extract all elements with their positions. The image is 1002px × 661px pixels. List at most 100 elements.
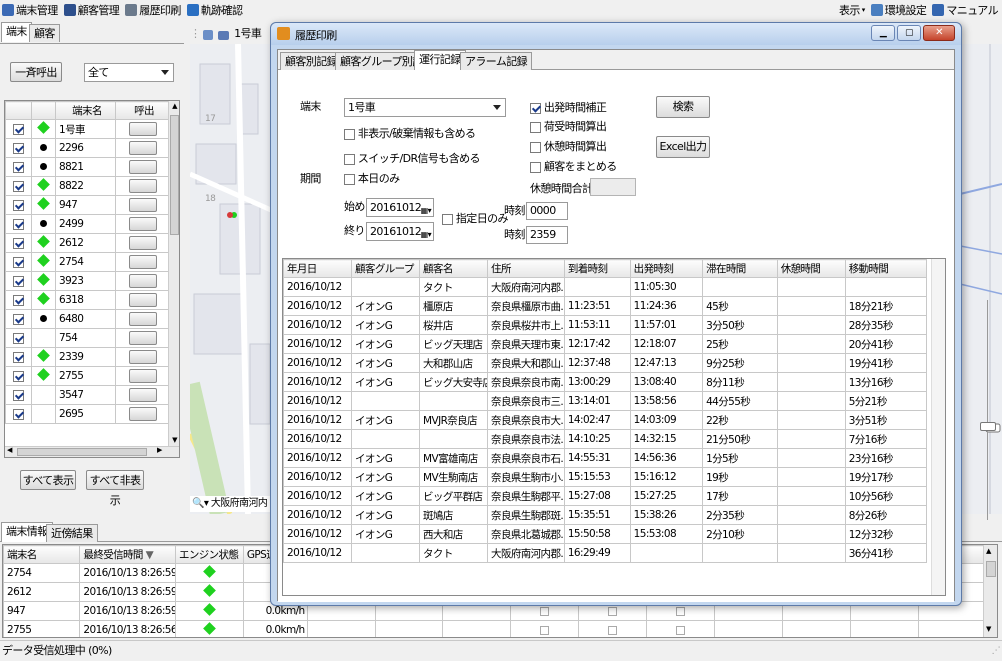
menu-left-item-0[interactable]: 端末管理 (2, 2, 58, 18)
terminal-row[interactable]: 3547 (5, 385, 170, 405)
terminal-row[interactable]: 8821 (5, 157, 170, 177)
call-button[interactable] (128, 293, 157, 307)
call-button[interactable] (128, 274, 157, 288)
start-date-picker[interactable]: 20161012 ▦▾ (366, 198, 434, 217)
terminal-row[interactable]: 2695 (5, 404, 170, 424)
call-button[interactable] (128, 198, 157, 212)
table-row[interactable]: 2016/10/12 タクト 大阪府南河内郡... 16:29:49 36分41秒 (283, 543, 928, 563)
end-date-picker[interactable]: 20161012 ▦▾ (366, 222, 434, 241)
grid-vertical-scrollbar[interactable] (931, 259, 945, 595)
info-vertical-scrollbar[interactable]: ▲ ▼ (983, 545, 997, 637)
table-row[interactable]: 2016/10/12 イオンG MV生駒南店 奈良県生駒市小... 15:15:53 15… (283, 467, 928, 487)
col-customer-name[interactable]: 顧客名 (419, 259, 489, 278)
truck-icon[interactable] (218, 31, 230, 40)
col-departure-time[interactable]: 出発時刻 (629, 259, 704, 278)
terminal-row[interactable]: 3923 (5, 271, 170, 291)
col-last-received[interactable]: 最終受信時間 ▼ (79, 545, 176, 564)
call-button[interactable] (128, 388, 157, 402)
close-button[interactable]: ✕ (923, 25, 955, 41)
call-button[interactable] (128, 255, 157, 269)
minimize-button[interactable]: ▁ (871, 25, 895, 41)
table-row[interactable]: 2016/10/12 イオンG ビッグ平群店 奈良県生駒郡平... 15:27:08 15… (283, 486, 928, 506)
rest-time-checkbox[interactable]: 休憩時間算出 (530, 138, 607, 154)
menu-left-item-1[interactable]: 顧客管理 (63, 2, 120, 18)
hide-all-button[interactable]: すべて非表示 (86, 470, 144, 507)
terminal-visible-checkbox[interactable] (13, 218, 24, 230)
table-row[interactable]: 2016/10/12 イオンG 西大和店 奈良県北葛城郡... 15:50:58 15:5… (283, 524, 928, 544)
call-button[interactable] (128, 122, 157, 136)
tab-customer[interactable]: 顧客 (29, 24, 60, 42)
call-button[interactable] (128, 179, 157, 193)
include-hidden-checkbox[interactable]: 非表示/破棄情報も含める (344, 125, 476, 141)
terminal-row[interactable]: 947 (5, 195, 170, 215)
menu-right-item-1[interactable]: 環境設定 (870, 2, 927, 18)
table-row[interactable]: 2016/10/12 イオンG MV富雄南店 奈良県奈良市石... 14:55:31 14… (283, 448, 928, 468)
terminal-visible-checkbox[interactable] (13, 332, 24, 344)
vertical-scrollbar[interactable]: ▲ ▼ (168, 101, 179, 447)
search-button[interactable]: 検索 (656, 96, 710, 118)
terminal-row[interactable]: 2499 (5, 214, 170, 234)
receive-time-checkbox[interactable]: 荷受時間算出 (530, 118, 607, 134)
col-stay-time[interactable]: 滞在時間 (702, 259, 778, 278)
table-row[interactable]: 2016/10/12 イオンG ビッグ大安寺店 奈良県奈良市南... 13:00:29 1… (283, 372, 928, 392)
table-row[interactable]: 2016/10/12 イオンG ビッグ天理店 奈良県天理市東... 12:17:42 12… (283, 334, 928, 354)
col-travel-time[interactable]: 移動時間 (844, 259, 928, 278)
call-button[interactable] (128, 236, 157, 250)
call-button[interactable] (128, 312, 157, 326)
terminal-row[interactable]: 6480 (5, 309, 170, 329)
col-engine-state[interactable]: エンジン状態 (174, 545, 244, 564)
row-checkbox[interactable] (676, 606, 686, 616)
table-row[interactable]: 2016/10/12 タクト 大阪府南河内郡... 11:05:30 (283, 277, 928, 297)
map-vehicle-label[interactable]: 1号車 (234, 27, 262, 40)
call-button[interactable] (128, 350, 157, 364)
tab-terminal[interactable]: 端末 (1, 22, 32, 42)
terminal-visible-checkbox[interactable] (13, 237, 24, 249)
tab-customer-record[interactable]: 顧客別記録 (280, 52, 342, 70)
terminal-visible-checkbox[interactable] (13, 123, 24, 135)
table-row[interactable]: 2755 2016/10/13 8:26:56 0.0km/h (3, 620, 987, 637)
row-checkbox[interactable] (608, 606, 618, 616)
zoom-slider-thumb[interactable] (980, 422, 996, 431)
terminal-visible-checkbox[interactable] (13, 408, 24, 420)
tab-terminal-info[interactable]: 端末情報 (1, 522, 53, 542)
maximize-button[interactable]: ▢ (897, 25, 921, 41)
col-terminal-name[interactable]: 端末名 (55, 101, 116, 120)
col-date[interactable]: 年月日 (283, 259, 353, 278)
table-row[interactable]: 2016/10/12 奈良県奈良市法... 14:10:25 14:32:15 21分5… (283, 429, 928, 449)
terminal-visible-checkbox[interactable] (13, 313, 24, 325)
tab-operation-record[interactable]: 運行記録 (414, 50, 466, 70)
terminal-row[interactable]: 2612 (5, 233, 170, 253)
table-row[interactable]: 2016/10/12 イオンG 橿原店 奈良県橿原市曲... 11:23:51 11:24… (283, 296, 928, 316)
col-arrival-time[interactable]: 到着時刻 (563, 259, 631, 278)
terminal-visible-checkbox[interactable] (13, 351, 24, 363)
dialog-titlebar[interactable]: 履歴印刷 ▁ ▢ ✕ (271, 23, 961, 45)
depart-correction-checkbox[interactable]: 出発時間補正 (530, 99, 607, 115)
call-button[interactable] (128, 407, 157, 421)
date-only-checkbox[interactable]: 指定日のみ (442, 210, 509, 226)
terminal-row[interactable]: 2296 (5, 138, 170, 158)
call-button[interactable] (128, 160, 157, 174)
terminal-row[interactable]: 2755 (5, 366, 170, 386)
start-time-input[interactable]: 0000 (526, 202, 568, 220)
terminal-row[interactable]: 2754 (5, 252, 170, 272)
terminal-visible-checkbox[interactable] (13, 256, 24, 268)
terminal-visible-checkbox[interactable] (13, 370, 24, 382)
terminal-visible-checkbox[interactable] (13, 275, 24, 287)
terminal-visible-checkbox[interactable] (13, 180, 24, 192)
col-call[interactable]: 呼出 (115, 101, 170, 120)
terminal-visible-checkbox[interactable] (13, 199, 24, 211)
table-row[interactable]: 2016/10/12 イオンG MVJR奈良店 奈良県奈良市大... 14:02:47 1… (283, 410, 928, 430)
include-switch-checkbox[interactable]: スイッチ/DR信号も含める (344, 150, 481, 166)
col-address[interactable]: 住所 (487, 259, 565, 278)
menu-right-item-0[interactable]: 表示 ▾ (839, 2, 865, 18)
table-row[interactable]: 2016/10/12 奈良県奈良市三... 13:14:01 13:58:56 44分5… (283, 391, 928, 411)
table-row[interactable]: 2016/10/12 イオンG 斑鳩店 奈良県生駒郡斑... 15:35:51 15:38… (283, 505, 928, 525)
resize-grip-icon[interactable]: ⋰ (992, 641, 1001, 661)
terminal-filter-select[interactable]: 全て (84, 63, 174, 82)
row-checkbox[interactable] (540, 625, 550, 635)
tab-alarm-record[interactable]: アラーム記録 (460, 52, 533, 70)
col-customer-group[interactable]: 顧客グループ (351, 259, 421, 278)
row-checkbox[interactable] (540, 606, 550, 616)
terminal-row[interactable]: 754 (5, 328, 170, 348)
menu-left-item-3[interactable]: 軌跡確認 (186, 2, 243, 18)
